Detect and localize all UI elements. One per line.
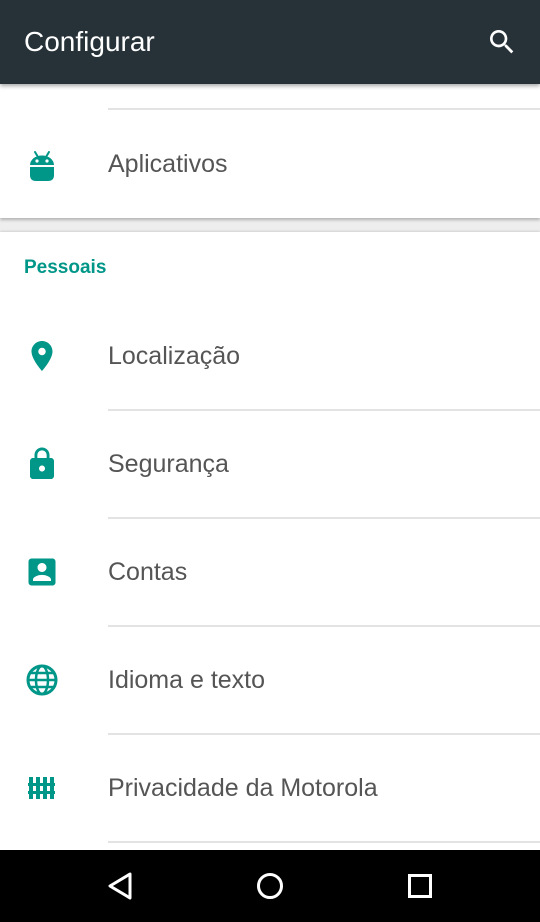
home-icon — [257, 873, 283, 899]
settings-item-label: Contas — [108, 558, 188, 586]
settings-item-label: Aplicativos — [108, 150, 228, 178]
location-pin-icon — [24, 338, 60, 374]
globe-icon — [24, 662, 60, 698]
settings-item-label: Privacidade da Motorola — [108, 774, 378, 802]
settings-item-motorola-privacy[interactable]: Privacidade da Motorola — [0, 734, 540, 842]
home-button[interactable] — [250, 866, 290, 906]
settings-item-accounts[interactable]: Contas — [0, 518, 540, 626]
page-title: Configurar — [24, 26, 155, 57]
settings-item-label: Segurança — [108, 450, 229, 478]
system-nav-bar — [0, 850, 540, 922]
settings-item-language[interactable]: Idioma e texto — [0, 626, 540, 734]
recents-icon — [408, 874, 432, 898]
settings-item-label: Localização — [108, 342, 241, 370]
settings-item-apps[interactable]: Aplicativos — [0, 110, 540, 218]
personal-settings-card: Pessoais Localização Segurança Contas Id… — [0, 232, 540, 850]
settings-item-location[interactable]: Localização — [0, 302, 540, 410]
app-bar: Configurar — [0, 0, 540, 84]
divider — [108, 841, 540, 843]
back-button[interactable] — [100, 866, 140, 906]
settings-item-label: Idioma e texto — [108, 666, 266, 694]
privacy-fence-icon — [24, 770, 60, 806]
account-box-icon — [24, 554, 60, 590]
top-settings-card: Aplicativos — [0, 84, 540, 218]
lock-icon — [24, 446, 60, 482]
settings-item-security[interactable]: Segurança — [0, 410, 540, 518]
back-icon — [108, 872, 132, 900]
section-header-personal: Pessoais — [24, 257, 107, 278]
recents-button[interactable] — [400, 866, 440, 906]
android-icon — [24, 146, 60, 182]
search-icon — [490, 30, 514, 54]
search-button[interactable] — [486, 26, 518, 58]
